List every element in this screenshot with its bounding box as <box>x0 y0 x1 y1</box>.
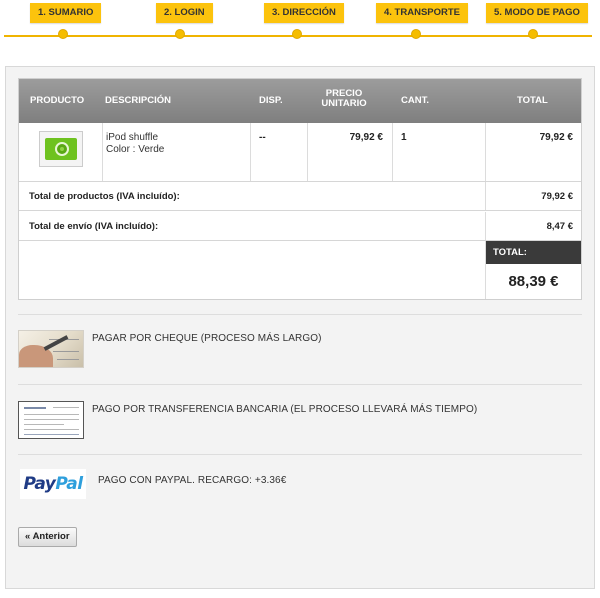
pen-shape <box>43 335 69 351</box>
cheque-payment-label[interactable]: PAGAR POR CHEQUE (PROCESO MÁS LARGO) <box>92 333 322 344</box>
cart-summary-table: PRODUCTO DESCRIPCIÓN DISP. PRECIO UNITAR… <box>18 78 582 300</box>
grand-total-value: 88,39 € <box>508 273 559 290</box>
paypal-payment-label[interactable]: PAGO CON PAYPAL. RECARGO: +3.36€ <box>98 475 286 486</box>
grand-total-label: TOTAL: <box>486 241 581 264</box>
form-bar <box>24 434 79 435</box>
product-unit-price: 79,92 € <box>349 132 383 143</box>
product-attribute: Color : Verde <box>106 144 165 155</box>
column-divider <box>102 123 103 181</box>
bank-transfer-payment-label[interactable]: PAGO POR TRANSFERENCIA BANCARIA (EL PROC… <box>92 404 477 415</box>
step-shipping[interactable]: 4. TRANSPORTE <box>376 3 469 23</box>
form-line <box>24 429 79 430</box>
bank-transfer-icon[interactable] <box>18 401 84 439</box>
total-products-label: Total de productos (IVA incluído): <box>29 191 180 202</box>
total-shipping-label: Total de envío (IVA incluído): <box>29 221 159 232</box>
previous-button[interactable]: « Anterior <box>18 527 77 547</box>
column-divider <box>485 212 486 240</box>
total-shipping-value: 8,47 € <box>546 221 573 232</box>
grand-total-row: TOTAL: 88,39 € <box>19 241 581 299</box>
step-address-dot <box>292 29 302 39</box>
total-shipping-row: Total de envío (IVA incluído): 8,47 € <box>19 212 581 241</box>
header-quantity: CANT. <box>401 95 429 106</box>
form-line <box>53 407 79 408</box>
cheque-text-line <box>53 351 79 352</box>
step-address[interactable]: 3. DIRECCIÓN <box>264 3 344 23</box>
cart-product-row: iPod shuffle Color : Verde -- 79,92 € 1 … <box>19 123 581 182</box>
step-shipping-label[interactable]: 4. TRANSPORTE <box>376 3 469 23</box>
step-payment-label: 5. MODO DE PAGO <box>486 3 588 23</box>
product-total: 79,92 € <box>539 132 573 143</box>
form-line <box>24 414 79 415</box>
header-availability: DISP. <box>259 95 283 106</box>
paypal-logo-icon[interactable]: PayPal <box>20 469 86 499</box>
payment-panel: PRODUCTO DESCRIPCIÓN DISP. PRECIO UNITAR… <box>5 66 595 589</box>
form-line <box>24 419 79 420</box>
step-summary-label[interactable]: 1. SUMARIO <box>30 3 102 23</box>
total-products-row: Total de productos (IVA incluído): 79,92… <box>19 182 581 211</box>
checkout-steps: 1. SUMARIO 2. LOGIN 3. DIRECCIÓN 4. TRAN… <box>0 0 600 48</box>
column-divider <box>392 123 393 181</box>
column-divider <box>307 123 308 181</box>
cheque-text-line <box>57 359 79 360</box>
paypal-logo-pal: Pal <box>55 474 83 494</box>
header-product: PRODUCTO <box>30 95 85 106</box>
form-bar <box>24 407 46 409</box>
ipod-click-wheel <box>55 142 69 156</box>
step-summary-dot <box>58 29 68 39</box>
cart-table-header: PRODUCTO DESCRIPCIÓN DISP. PRECIO UNITAR… <box>19 79 581 123</box>
header-unit-price-line2: UNITARIO <box>321 98 367 109</box>
form-line <box>24 424 64 425</box>
payment-option-cheque[interactable]: PAGAR POR CHEQUE (PROCESO MÁS LARGO) <box>18 330 582 370</box>
header-total: TOTAL <box>517 95 548 106</box>
step-summary[interactable]: 1. SUMARIO <box>30 3 102 23</box>
step-login[interactable]: 2. LOGIN <box>156 3 213 23</box>
payment-option-paypal[interactable]: PayPal PAGO CON PAYPAL. RECARGO: +3.36€ <box>18 465 582 505</box>
step-login-dot <box>175 29 185 39</box>
header-description: DESCRIPCIÓN <box>105 95 171 106</box>
ipod-shuffle-image <box>45 138 77 160</box>
column-divider <box>250 123 251 181</box>
step-payment: 5. MODO DE PAGO <box>486 3 588 23</box>
step-shipping-dot <box>411 29 421 39</box>
column-divider <box>485 123 486 181</box>
header-unit-price: PRECIO UNITARIO <box>319 89 369 109</box>
divider <box>18 454 582 455</box>
product-availability: -- <box>259 132 266 143</box>
step-address-label[interactable]: 3. DIRECCIÓN <box>264 3 344 23</box>
ipod-center-button <box>60 147 64 151</box>
column-divider <box>485 182 486 210</box>
product-name[interactable]: iPod shuffle <box>106 132 158 143</box>
divider <box>18 314 582 315</box>
step-payment-dot <box>528 29 538 39</box>
payment-option-bank-transfer[interactable]: PAGO POR TRANSFERENCIA BANCARIA (EL PROC… <box>18 401 582 441</box>
step-login-label[interactable]: 2. LOGIN <box>156 3 213 23</box>
total-products-value: 79,92 € <box>541 191 573 202</box>
cheque-payment-icon[interactable] <box>18 330 84 368</box>
divider <box>18 384 582 385</box>
product-quantity: 1 <box>401 132 407 143</box>
paypal-logo-pay: Pay <box>23 474 56 494</box>
product-thumbnail[interactable] <box>39 131 83 167</box>
